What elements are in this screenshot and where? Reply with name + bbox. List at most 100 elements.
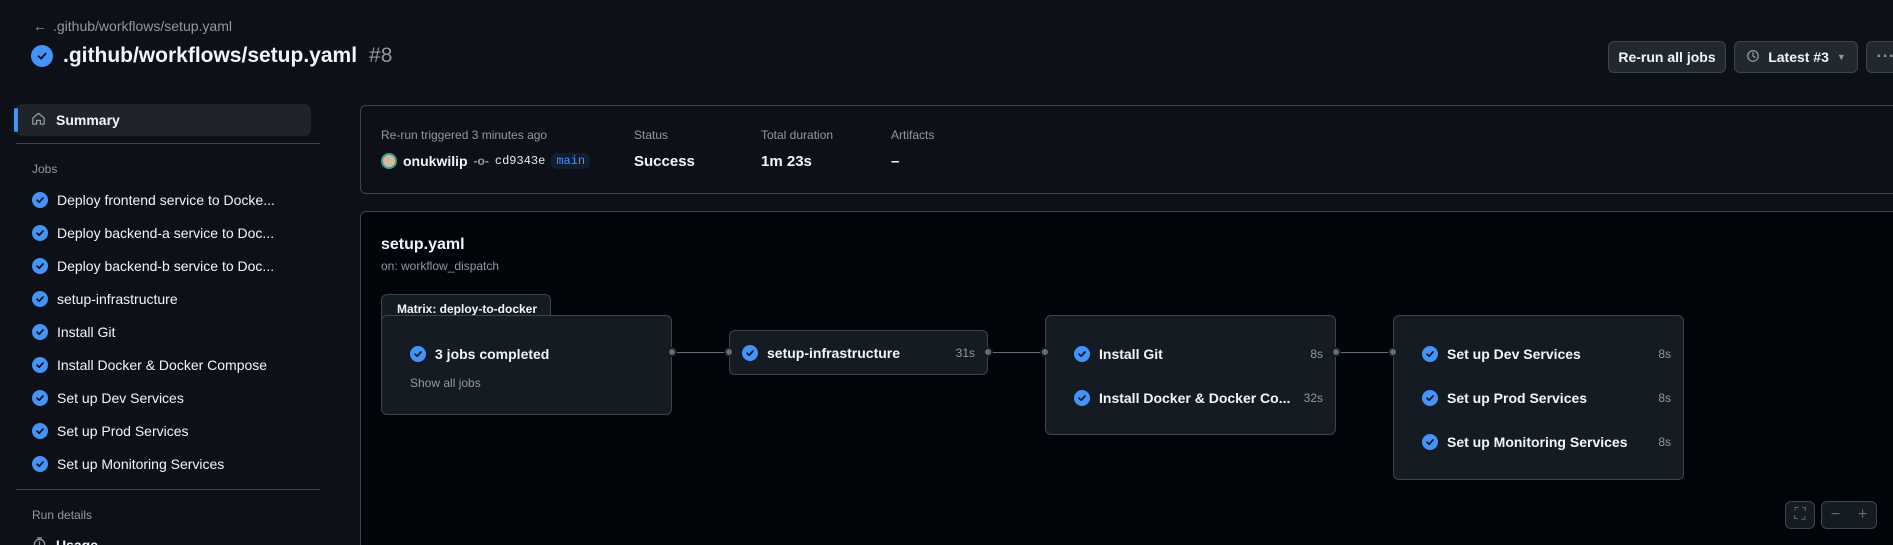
zoom-in-icon[interactable]: +: [1858, 506, 1867, 524]
fullscreen-icon: ⛶: [1794, 506, 1806, 523]
job-row[interactable]: setup-infrastructure 31s: [730, 343, 987, 363]
sidebar-job-item[interactable]: Deploy backend-a service to Doc...: [16, 216, 320, 249]
arrow-left-icon: ←: [33, 18, 47, 34]
commit-sha-link[interactable]: cd9343e: [495, 154, 545, 168]
stopwatch-icon: [32, 536, 47, 545]
fullscreen-button[interactable]: ⛶: [1785, 501, 1815, 529]
success-check-icon: [32, 257, 48, 274]
job-label: setup-infrastructure: [57, 290, 178, 307]
sidebar: Summary Jobs Deploy frontend service to …: [14, 104, 320, 545]
artifacts-label: Artifacts: [891, 128, 935, 142]
success-check-icon: [1422, 390, 1438, 406]
connector-port: [1331, 347, 1341, 357]
sidebar-item-label: Summary: [56, 112, 120, 128]
avatar[interactable]: [381, 153, 397, 169]
more-options-button[interactable]: ···: [1866, 41, 1893, 73]
workflow-trigger: on: workflow_dispatch: [381, 259, 500, 273]
sidebar-job-item[interactable]: Deploy frontend service to Docke...: [16, 183, 320, 216]
connector-port: [1040, 347, 1050, 357]
show-all-jobs-link[interactable]: Show all jobs: [410, 376, 481, 390]
kebab-icon: ···: [1876, 48, 1893, 65]
duration-value: 1m 23s: [761, 153, 812, 170]
job-duration: 8s: [1658, 391, 1671, 405]
services-node: Set up Dev Services 8s Set up Prod Servi…: [1393, 315, 1684, 480]
back-link[interactable]: ← .github/workflows/setup.yaml: [33, 18, 232, 34]
job-label: Deploy backend-b service to Doc...: [57, 257, 275, 274]
success-check-icon: [410, 346, 426, 362]
job-row[interactable]: Set up Prod Services 8s: [1394, 388, 1683, 408]
job-label: Deploy frontend service to Docke...: [57, 191, 275, 208]
status-info: Status Success: [634, 128, 695, 170]
sidebar-job-item[interactable]: setup-infrastructure: [16, 282, 320, 315]
job-label: Set up Monitoring Services: [1447, 434, 1628, 450]
success-check-icon: [32, 455, 48, 472]
trigger-label: Re-run triggered 3 minutes ago: [381, 128, 548, 142]
zoom-out-icon[interactable]: −: [1831, 506, 1840, 524]
run-number: #8: [369, 44, 393, 67]
page-title-row: .github/workflows/setup.yaml #8: [31, 44, 392, 68]
connector-port: [724, 347, 734, 357]
job-duration: 8s: [1658, 347, 1671, 361]
duration-info: Total duration 1m 23s: [761, 128, 833, 170]
page-title: .github/workflows/setup.yaml: [63, 44, 358, 67]
success-check-icon: [32, 191, 48, 208]
connector-port: [983, 347, 993, 357]
run-info-card: Re-run triggered 3 minutes ago onukwilip…: [360, 105, 1893, 194]
success-check-icon: [1422, 346, 1438, 362]
job-row[interactable]: Install Git 8s: [1046, 344, 1335, 364]
sidebar-job-item[interactable]: Install Docker & Docker Compose: [16, 348, 320, 381]
job-row[interactable]: Set up Dev Services 8s: [1394, 344, 1683, 364]
home-icon: [31, 111, 46, 129]
jobs-list: Deploy frontend service to Docke... Depl…: [16, 183, 320, 480]
success-check-icon: [1074, 390, 1090, 406]
sidebar-job-item[interactable]: Set up Dev Services: [16, 381, 320, 414]
connector-line: [672, 352, 729, 353]
matrix-status-row[interactable]: 3 jobs completed: [382, 344, 671, 364]
sidebar-item-summary[interactable]: Summary: [14, 104, 311, 136]
status-label: Status: [634, 128, 669, 142]
sidebar-item-usage[interactable]: Usage: [16, 528, 320, 545]
sidebar-job-item[interactable]: Install Git: [16, 315, 320, 348]
success-check-icon: [1422, 434, 1438, 450]
job-row[interactable]: Install Docker & Docker Co... 32s: [1046, 388, 1335, 408]
sidebar-item-label: Usage: [56, 536, 99, 545]
success-check-icon: [32, 224, 48, 241]
success-check-icon: [32, 422, 48, 439]
git-commit-icon: -o-: [473, 154, 489, 168]
job-label: Set up Prod Services: [1447, 390, 1588, 406]
job-row[interactable]: Set up Monitoring Services 8s: [1394, 432, 1683, 452]
rerun-all-jobs-button[interactable]: Re-run all jobs: [1608, 41, 1726, 73]
latest-button-label: Latest #3: [1768, 49, 1829, 65]
sidebar-job-item[interactable]: Set up Prod Services: [16, 414, 320, 447]
job-duration: 8s: [1658, 435, 1671, 449]
job-label: Install Git: [1099, 346, 1163, 362]
setup-infrastructure-node: setup-infrastructure 31s: [729, 330, 988, 375]
connector-line: [1336, 352, 1393, 353]
duration-label: Total duration: [761, 128, 834, 142]
back-link-label: .github/workflows/setup.yaml: [53, 18, 232, 34]
branch-badge[interactable]: main: [551, 153, 591, 169]
sidebar-job-item[interactable]: Set up Monitoring Services: [16, 447, 320, 480]
divider: [16, 489, 320, 490]
actor-link[interactable]: onukwilip: [403, 153, 468, 169]
success-check-icon: [742, 345, 758, 361]
job-label: Deploy backend-a service to Doc...: [57, 224, 275, 241]
artifacts-value: –: [891, 153, 900, 170]
success-check-icon: [32, 323, 48, 340]
connector-port: [667, 347, 677, 357]
run-details-heading: Run details: [32, 508, 93, 522]
job-duration: 32s: [1303, 391, 1323, 405]
zoom-controls: − +: [1821, 501, 1877, 529]
chevron-down-icon: ▼: [1836, 52, 1846, 62]
success-check-icon: [32, 290, 48, 307]
job-label: Install Git: [57, 323, 116, 340]
jobs-heading: Jobs: [32, 162, 58, 176]
install-node: Install Git 8s Install Docker & Docker C…: [1045, 315, 1336, 435]
rerun-button-label: Re-run all jobs: [1618, 49, 1716, 65]
job-label: Set up Dev Services: [57, 389, 184, 406]
latest-attempt-button[interactable]: Latest #3 ▼: [1734, 41, 1858, 73]
job-label: Set up Prod Services: [57, 422, 189, 439]
job-label: setup-infrastructure: [767, 345, 901, 361]
job-duration: 31s: [955, 346, 975, 360]
sidebar-job-item[interactable]: Deploy backend-b service to Doc...: [16, 249, 320, 282]
